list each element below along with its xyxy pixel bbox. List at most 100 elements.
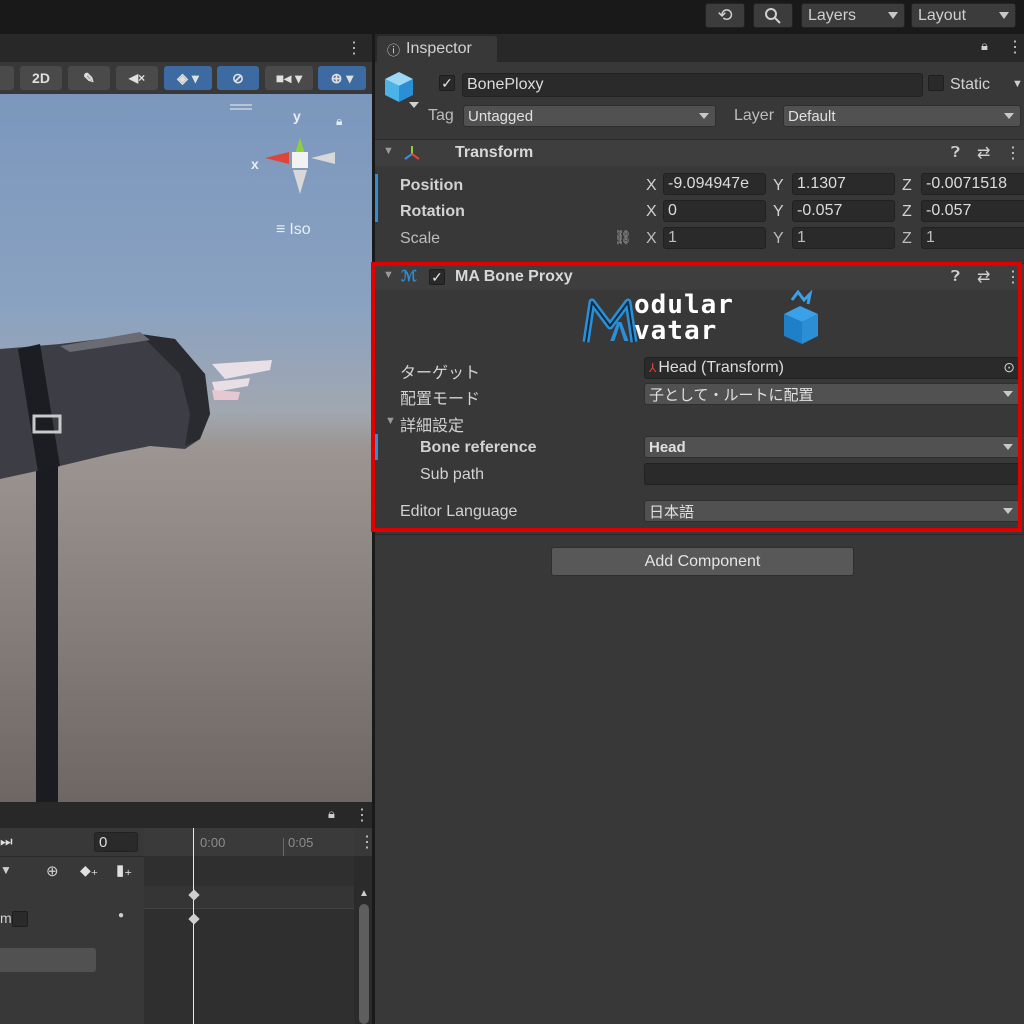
tick-label-5: 0:05 — [288, 835, 314, 850]
placement-dropdown[interactable]: 子として・ルートに配置 — [644, 383, 1020, 405]
effects-toggle-button[interactable]: ◈ ▾ — [164, 66, 212, 90]
audio-toggle-button[interactable]: ◀× — [116, 66, 158, 90]
position-x-field[interactable]: -9.094947e — [663, 173, 766, 195]
chevron-down-icon — [1004, 113, 1014, 119]
iso-toggle[interactable]: ≡ Iso — [276, 221, 311, 239]
gizmo-x-label: x — [251, 156, 259, 172]
preset-sliders-icon[interactable]: ⇄ — [977, 143, 990, 163]
scale-z-axis: Z — [902, 230, 912, 247]
logo-a-mark: Λ — [610, 316, 629, 347]
help-icon[interactable]: ❓︎ — [951, 144, 960, 161]
iso-label: Iso — [289, 221, 311, 238]
active-checkbox[interactable]: ✓ — [439, 75, 455, 91]
layers-label: Layers — [808, 6, 857, 24]
scale-x-field[interactable]: 1 — [663, 227, 766, 249]
frame-input[interactable]: 0 — [94, 832, 138, 852]
scroll-up-icon[interactable]: ▲ — [359, 888, 369, 899]
more-options-icon[interactable]: ⋮ — [346, 38, 362, 58]
search-button[interactable] — [753, 3, 793, 28]
property-list: m ● — [0, 886, 144, 1024]
help-icon[interactable]: ❓︎ — [951, 268, 960, 285]
transform-title: Transform — [455, 144, 534, 161]
foldout-arrow-icon[interactable]: ▼ — [383, 145, 394, 157]
lighting-toggle-button[interactable]: ✎ — [68, 66, 110, 90]
more-options-icon[interactable]: ⋮ — [354, 805, 370, 825]
scene-viewport[interactable]: 🔒︎ y x ≡ Iso — [0, 94, 372, 802]
rotation-x-field[interactable]: 0 — [663, 200, 766, 222]
timeline-ruler[interactable]: 0:00 0:05 — [144, 828, 354, 856]
property-label: m — [0, 910, 12, 926]
layer-label: Layer — [734, 107, 775, 124]
position-label: Position — [400, 177, 464, 194]
subpath-input[interactable] — [644, 463, 1020, 485]
playhead[interactable] — [193, 828, 194, 1024]
modular-avatar-logo: odular Λ vatar — [582, 290, 824, 350]
preset-sliders-icon[interactable]: ⇄ — [977, 267, 990, 287]
chevron-down-icon — [999, 12, 1009, 19]
gizmos-dropdown-button[interactable]: ⊕ ▾ — [318, 66, 366, 90]
layer-dropdown[interactable]: Default — [783, 105, 1021, 127]
scrollbar-thumb[interactable] — [359, 904, 369, 1024]
layers-dropdown[interactable]: Layers — [801, 3, 905, 28]
lock-icon[interactable]: 🔒︎ — [981, 38, 988, 54]
drag-handle[interactable] — [230, 104, 252, 106]
override-indicator — [375, 174, 378, 222]
timeline-scrollbar[interactable]: ▲ — [356, 886, 372, 1024]
hamburger-icon: ≡ — [276, 221, 286, 238]
bone-proxy-title: MA Bone Proxy — [455, 268, 573, 285]
gizmo-y-label: y — [293, 108, 301, 124]
skip-to-end-icon[interactable]: ⏭ — [0, 833, 13, 850]
add-property-button[interactable] — [0, 948, 96, 972]
chevron-down-icon[interactable]: ▼ — [0, 863, 12, 877]
globe-icon: ⊕ ▾ — [330, 69, 354, 86]
position-z-axis: Z — [902, 177, 912, 194]
visibility-toggle-button[interactable]: ⊘ — [217, 66, 259, 90]
filter-icon[interactable]: ⊕ — [46, 862, 59, 880]
property-checkbox[interactable] — [12, 911, 28, 927]
add-component-button[interactable]: Add Component — [551, 547, 854, 576]
chevron-down-icon[interactable]: ▼ — [1012, 78, 1023, 90]
target-value: Head (Transform) — [658, 359, 784, 376]
chevron-down-icon — [699, 113, 709, 119]
scale-z-field[interactable]: 1 — [921, 227, 1024, 249]
gameobject-cube-icon[interactable] — [383, 70, 419, 110]
object-name-input[interactable]: BonePloxy — [462, 73, 923, 97]
transform-header[interactable]: ▼ Transform ❓︎ ⇄ ⋮ — [375, 139, 1024, 166]
bone-reference-dropdown[interactable]: Head — [644, 436, 1020, 458]
bone-proxy-header[interactable]: ▼ ℳ ✓ MA Bone Proxy ❓︎ ⇄ ⋮ — [375, 263, 1024, 290]
add-keyframe-icon[interactable]: ◆₊ — [80, 862, 98, 879]
tag-value: Untagged — [468, 107, 534, 125]
tag-dropdown[interactable]: Untagged — [463, 105, 716, 127]
summary-row — [144, 886, 354, 908]
2d-toggle-button[interactable]: 2D — [20, 66, 62, 90]
scene-tool-button[interactable] — [0, 66, 14, 90]
target-object-field[interactable]: ⅄ Head (Transform) ⊙ — [644, 357, 1020, 379]
position-y-axis: Y — [773, 177, 784, 194]
history-button[interactable]: ⟲ — [705, 3, 745, 28]
position-z-field[interactable]: -0.0071518 — [921, 173, 1024, 195]
tab-inspector[interactable]: ⓘ Inspector — [377, 36, 497, 62]
advanced-settings-foldout[interactable]: 詳細設定 — [400, 412, 464, 436]
rotation-y-field[interactable]: -0.057 — [792, 200, 895, 222]
scale-y-field[interactable]: 1 — [792, 227, 895, 249]
more-options-icon[interactable]: ⋮ — [1007, 37, 1023, 57]
override-indicator — [375, 434, 378, 460]
foldout-arrow-icon[interactable]: ▼ — [383, 269, 394, 281]
camera-dropdown-button[interactable]: ■◂ ▾ — [265, 66, 313, 90]
foldout-arrow-icon[interactable]: ▼ — [385, 415, 396, 427]
more-options-icon[interactable]: ⋮ — [1005, 267, 1021, 287]
static-checkbox[interactable] — [928, 75, 944, 91]
layout-dropdown[interactable]: Layout — [911, 3, 1016, 28]
rotation-z-field[interactable]: -0.057 — [921, 200, 1024, 222]
more-options-icon[interactable]: ⋮ — [1005, 143, 1021, 163]
object-picker-icon[interactable]: ⊙ — [1003, 359, 1015, 376]
unlinked-chain-icon[interactable]: ⛓︎ — [614, 229, 632, 246]
editor-language-dropdown[interactable]: 日本語 — [644, 500, 1020, 522]
component-enabled-checkbox[interactable]: ✓ — [429, 269, 445, 285]
lock-icon[interactable]: 🔒︎ — [328, 806, 335, 822]
tag-label: Tag — [428, 107, 454, 124]
dopesheet-area[interactable] — [144, 856, 354, 1024]
position-y-field[interactable]: 1.1307 — [792, 173, 895, 195]
add-event-icon[interactable]: ▮₊ — [116, 861, 132, 879]
chevron-down-icon — [888, 12, 898, 19]
